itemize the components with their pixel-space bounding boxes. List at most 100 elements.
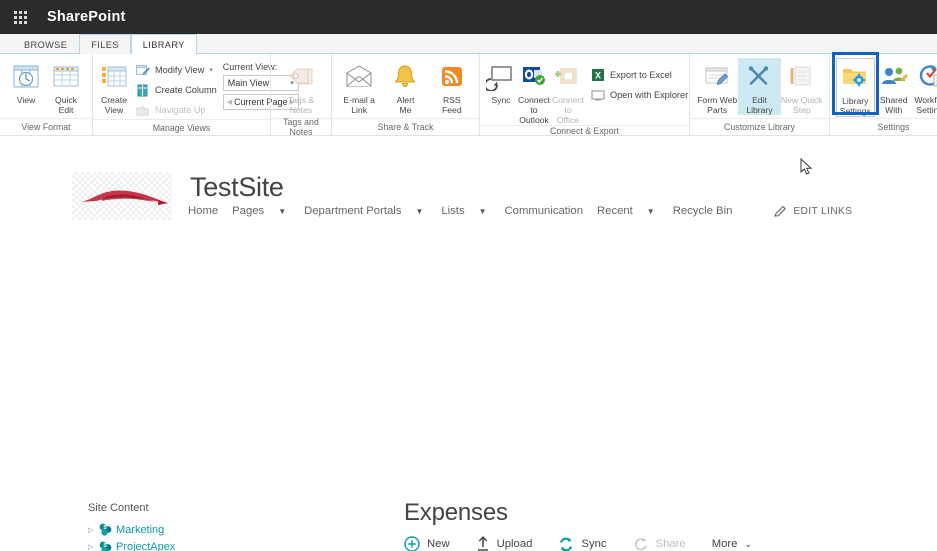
quick-launch-item[interactable]: ▷ S Marketing	[88, 521, 348, 538]
edit-links-button[interactable]: EDIT LINKS	[746, 205, 852, 218]
expand-triangle-icon[interactable]: ▷	[88, 543, 99, 551]
upload-button[interactable]: Upload	[476, 536, 533, 551]
current-view-value: Main View	[227, 78, 270, 88]
ribbon-group-label-customize-library: Customize Library	[690, 118, 829, 135]
quick-launch-item-label: Marketing	[116, 523, 165, 536]
nav-item-home[interactable]: Home	[188, 203, 232, 219]
ribbon-button-quick-edit[interactable]: Quick Edit	[46, 58, 86, 115]
modify-view-icon	[135, 63, 150, 77]
workflow-settings-icon	[917, 61, 937, 93]
tag-icon	[286, 61, 316, 93]
ribbon-tab-strip: BROWSE FILES LIBRARY	[0, 34, 937, 54]
nav-item-recycle-bin[interactable]: Recycle Bin	[673, 203, 747, 219]
sync-button[interactable]: Sync	[558, 537, 607, 551]
ribbon-group-label-manage-views: Manage Views	[93, 119, 270, 135]
chevron-down-icon[interactable]: ▼	[415, 207, 441, 216]
view-icon	[11, 61, 41, 93]
connect-export-small-buttons: X Export to Excel Open with Explorer	[586, 58, 692, 104]
ribbon-button-connect-office-label: Connect to Office	[552, 95, 585, 125]
tab-files[interactable]: FILES	[79, 34, 131, 54]
ribbon-button-rss-feed[interactable]: RSS Feed	[431, 58, 473, 115]
ribbon-button-shared-with[interactable]: Shared With	[875, 58, 913, 115]
sync-icon	[560, 537, 573, 551]
ribbon-group-label-settings: Settings	[830, 118, 937, 135]
chevron-down-icon[interactable]: ▼	[278, 207, 304, 216]
top-navigation: Home Pages ▼ Department Portals ▼ Lists …	[188, 203, 852, 219]
more-button[interactable]: More ⌄	[712, 538, 752, 550]
svg-text:X: X	[595, 71, 601, 81]
upload-icon	[477, 536, 488, 551]
ribbon-button-new-quick-step[interactable]: New Quick Step	[781, 58, 823, 115]
navigate-up-icon	[135, 103, 150, 117]
envelope-icon	[344, 61, 374, 93]
ribbon-button-modify-view-label: Modify View	[155, 65, 205, 75]
ribbon-button-view[interactable]: View	[6, 58, 46, 105]
chevron-left-icon[interactable]: ◀	[227, 98, 232, 106]
ribbon-button-sync[interactable]: Sync	[486, 58, 516, 105]
nav-item-pages[interactable]: Pages	[232, 203, 278, 219]
tab-library[interactable]: LIBRARY	[130, 34, 197, 54]
ribbon-button-rss-feed-label: RSS Feed	[442, 95, 462, 115]
ribbon-button-connect-outlook[interactable]: Connect to Outlook	[518, 58, 550, 125]
ribbon-button-email-link[interactable]: E-mail a Link	[338, 58, 380, 115]
more-button-label: More	[711, 538, 738, 550]
ribbon-button-navigate-up[interactable]: Navigate Up	[131, 101, 221, 119]
ribbon-group-label-share-track: Share & Track	[332, 118, 479, 135]
shared-with-icon	[879, 61, 909, 93]
sharepoint-site-icon: S	[99, 523, 116, 536]
ribbon-button-form-web-parts[interactable]: Form Web Parts	[696, 58, 738, 115]
nav-item-recent[interactable]: Recent	[597, 203, 647, 219]
site-logo[interactable]	[72, 172, 172, 220]
expand-triangle-icon[interactable]: ▷	[88, 526, 99, 534]
ribbon-button-open-with-explorer[interactable]: Open with Explorer	[586, 86, 692, 104]
ribbon-button-alert-me-label: Alert Me	[396, 95, 415, 115]
share-icon	[634, 537, 647, 550]
quick-launch-list: ▷SMarketing▷SProjectApex▷SSales▷Document…	[88, 521, 348, 551]
form-web-parts-icon	[702, 61, 732, 93]
library-command-bar: New Upload Sync Share More ⌄	[404, 536, 904, 551]
ribbon-button-edit-library[interactable]: Edit Library	[738, 58, 781, 115]
ribbon-button-tags-notes[interactable]: Tags & Notes	[277, 58, 325, 115]
quick-launch-heading: Site Content	[88, 502, 149, 514]
ribbon-button-shared-with-label: Shared With	[879, 95, 908, 115]
ribbon-button-create-column[interactable]: Create Column	[131, 81, 221, 99]
sync-button-label: Sync	[581, 538, 607, 550]
ribbon-button-library-settings[interactable]: Library Settings	[832, 52, 879, 117]
nav-item-communication[interactable]: Communication	[505, 203, 597, 219]
quick-edit-icon	[51, 61, 81, 93]
ribbon-button-export-to-excel[interactable]: X Export to Excel	[586, 66, 692, 84]
ribbon-button-modify-view[interactable]: Modify View ▾	[131, 61, 221, 79]
ribbon-button-workflow-settings-label: Workflow Settings	[914, 95, 937, 115]
manage-views-small-buttons: Modify View ▾ Create Column Navigate Up	[131, 58, 221, 119]
mouse-cursor	[800, 158, 813, 175]
ribbon-button-connect-office[interactable]: Connect to Office	[552, 58, 584, 125]
ribbon-button-alert-me[interactable]: Alert Me	[384, 58, 426, 115]
app-launcher-icon[interactable]	[14, 10, 27, 24]
new-button[interactable]: New	[404, 536, 450, 551]
quick-launch-nav: Site Content ▷SMarketing▷SProjectApex▷SS…	[88, 502, 348, 551]
ribbon-button-create-view[interactable]: Create View	[99, 58, 129, 115]
ribbon-button-new-quick-step-label: New Quick Step	[781, 95, 823, 115]
chevron-down-icon: ⌄	[744, 538, 752, 549]
chevron-down-icon[interactable]: ▼	[479, 207, 505, 216]
page-title: Expenses	[404, 499, 508, 526]
nav-item-lists[interactable]: Lists	[441, 203, 478, 219]
sharepoint-site-icon: S	[99, 541, 116, 551]
chevron-down-icon[interactable]: ▼	[647, 207, 673, 216]
ribbon-group-label-view-format: View Format	[0, 118, 92, 135]
quick-launch-item[interactable]: ▷ S ProjectApex	[88, 538, 348, 551]
share-button[interactable]: Share	[633, 537, 686, 551]
nav-item-department-portals[interactable]: Department Portals	[304, 203, 415, 219]
tab-browse[interactable]: BROWSE	[12, 34, 79, 54]
upload-button-label: Upload	[496, 538, 533, 550]
ribbon-button-export-to-excel-label: Export to Excel	[610, 70, 672, 80]
quick-launch-item-label: ProjectApex	[116, 541, 176, 551]
edit-library-icon	[744, 61, 774, 93]
ribbon-button-workflow-settings[interactable]: Workflow Settings	[913, 58, 937, 115]
chevron-down-icon[interactable]: ▾	[209, 66, 213, 74]
ribbon-group-share-track: E-mail a Link Alert Me RSS Feed Share & …	[331, 54, 479, 135]
ribbon-button-create-column-label: Create Column	[155, 85, 217, 95]
ribbon-group-label-tags-notes: Tags and Notes	[271, 117, 331, 137]
create-view-icon	[99, 61, 129, 93]
ribbon-button-tags-notes-label: Tags & Notes	[287, 95, 315, 115]
